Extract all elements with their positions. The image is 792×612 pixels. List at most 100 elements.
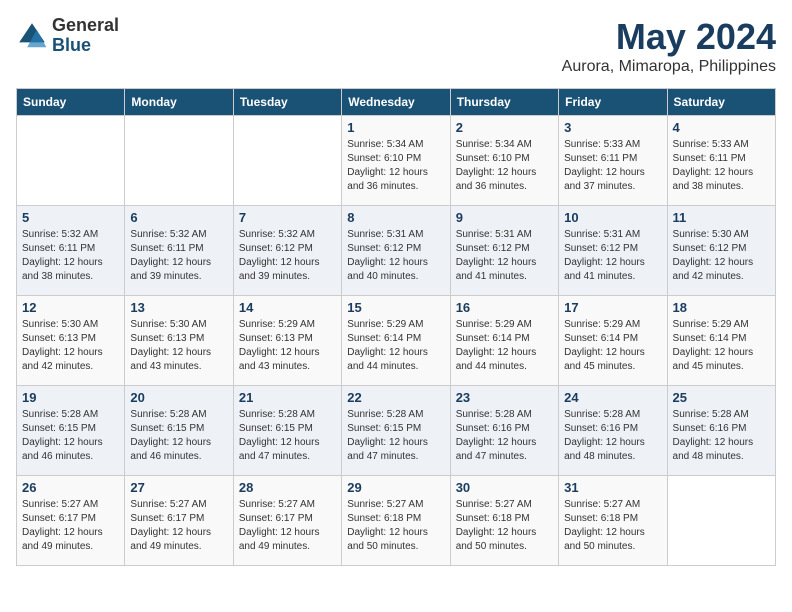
- day-info: Sunrise: 5:29 AM Sunset: 6:14 PM Dayligh…: [456, 318, 553, 374]
- day-header-monday: Monday: [125, 89, 233, 116]
- calendar-cell: [233, 116, 341, 206]
- calendar-cell: 1 Sunrise: 5:34 AM Sunset: 6:10 PM Daylig…: [342, 116, 450, 206]
- day-number: 4: [673, 120, 770, 135]
- day-number: 2: [456, 120, 553, 135]
- calendar-cell: 27 Sunrise: 5:27 AM Sunset: 6:17 PM Dayli…: [125, 476, 233, 566]
- day-number: 5: [22, 210, 119, 225]
- day-number: 27: [130, 480, 227, 495]
- calendar-week-row: 5Sunrise: 5:32 AM Sunset: 6:11 PM Daylig…: [17, 206, 776, 296]
- calendar-cell: 17 Sunrise: 5:29 AM Sunset: 6:14 PM Dayli…: [559, 296, 667, 386]
- day-number: 12: [22, 300, 119, 315]
- calendar-cell: [667, 476, 775, 566]
- calendar-week-row: 26 Sunrise: 5:27 AM Sunset: 6:17 PM Dayli…: [17, 476, 776, 566]
- day-info: Sunrise: 5:28 AM Sunset: 6:15 PM Dayligh…: [130, 408, 227, 464]
- day-info: Sunrise: 5:29 AM Sunset: 6:14 PM Dayligh…: [347, 318, 444, 374]
- logo-text: General Blue: [52, 16, 119, 56]
- day-number: 30: [456, 480, 553, 495]
- day-number: 7: [239, 210, 336, 225]
- day-number: 25: [673, 390, 770, 405]
- calendar-title: May 2024: [562, 16, 776, 58]
- calendar-cell: 20 Sunrise: 5:28 AM Sunset: 6:15 PM Dayli…: [125, 386, 233, 476]
- calendar-cell: 14 Sunrise: 5:29 AM Sunset: 6:13 PM Dayli…: [233, 296, 341, 386]
- day-info: Sunrise: 5:27 AM Sunset: 6:17 PM Dayligh…: [22, 498, 119, 554]
- day-header-thursday: Thursday: [450, 89, 558, 116]
- day-info: Sunrise: 5:27 AM Sunset: 6:17 PM Dayligh…: [239, 498, 336, 554]
- day-number: 16: [456, 300, 553, 315]
- calendar-week-row: 19Sunrise: 5:28 AM Sunset: 6:15 PM Dayli…: [17, 386, 776, 476]
- day-info: Sunrise: 5:29 AM Sunset: 6:13 PM Dayligh…: [239, 318, 336, 374]
- day-number: 26: [22, 480, 119, 495]
- day-info: Sunrise: 5:27 AM Sunset: 6:17 PM Dayligh…: [130, 498, 227, 554]
- calendar-cell: 31 Sunrise: 5:27 AM Sunset: 6:18 PM Dayli…: [559, 476, 667, 566]
- day-header-tuesday: Tuesday: [233, 89, 341, 116]
- logo-blue-text: Blue: [52, 36, 119, 56]
- day-number: 8: [347, 210, 444, 225]
- day-header-sunday: Sunday: [17, 89, 125, 116]
- day-number: 13: [130, 300, 227, 315]
- day-number: 9: [456, 210, 553, 225]
- calendar-cell: 21 Sunrise: 5:28 AM Sunset: 6:15 PM Dayli…: [233, 386, 341, 476]
- calendar-cell: 11 Sunrise: 5:30 AM Sunset: 6:12 PM Dayli…: [667, 206, 775, 296]
- day-info: Sunrise: 5:31 AM Sunset: 6:12 PM Dayligh…: [564, 228, 661, 284]
- day-number: 28: [239, 480, 336, 495]
- calendar-cell: 13 Sunrise: 5:30 AM Sunset: 6:13 PM Dayli…: [125, 296, 233, 386]
- day-number: 14: [239, 300, 336, 315]
- day-number: 17: [564, 300, 661, 315]
- calendar-cell: 3Sunrise: 5:33 AM Sunset: 6:11 PM Daylig…: [559, 116, 667, 206]
- day-info: Sunrise: 5:29 AM Sunset: 6:14 PM Dayligh…: [564, 318, 661, 374]
- day-number: 1: [347, 120, 444, 135]
- day-number: 22: [347, 390, 444, 405]
- calendar-cell: 10 Sunrise: 5:31 AM Sunset: 6:12 PM Dayli…: [559, 206, 667, 296]
- title-block: May 2024 Aurora, Mimaropa, Philippines: [562, 16, 776, 76]
- day-info: Sunrise: 5:28 AM Sunset: 6:15 PM Dayligh…: [239, 408, 336, 464]
- calendar-cell: 12 Sunrise: 5:30 AM Sunset: 6:13 PM Dayli…: [17, 296, 125, 386]
- day-info: Sunrise: 5:32 AM Sunset: 6:12 PM Dayligh…: [239, 228, 336, 284]
- day-number: 10: [564, 210, 661, 225]
- logo: General Blue: [16, 16, 119, 56]
- day-info: Sunrise: 5:28 AM Sunset: 6:16 PM Dayligh…: [673, 408, 770, 464]
- day-header-saturday: Saturday: [667, 89, 775, 116]
- day-info: Sunrise: 5:34 AM Sunset: 6:10 PM Dayligh…: [347, 138, 444, 194]
- logo-icon: [16, 20, 48, 52]
- calendar-cell: 4Sunrise: 5:33 AM Sunset: 6:11 PM Daylig…: [667, 116, 775, 206]
- day-info: Sunrise: 5:29 AM Sunset: 6:14 PM Dayligh…: [673, 318, 770, 374]
- day-info: Sunrise: 5:30 AM Sunset: 6:12 PM Dayligh…: [673, 228, 770, 284]
- day-number: 21: [239, 390, 336, 405]
- calendar-cell: 7 Sunrise: 5:32 AM Sunset: 6:12 PM Daylig…: [233, 206, 341, 296]
- day-info: Sunrise: 5:27 AM Sunset: 6:18 PM Dayligh…: [564, 498, 661, 554]
- day-info: Sunrise: 5:30 AM Sunset: 6:13 PM Dayligh…: [130, 318, 227, 374]
- day-number: 23: [456, 390, 553, 405]
- day-number: 20: [130, 390, 227, 405]
- day-number: 11: [673, 210, 770, 225]
- day-info: Sunrise: 5:28 AM Sunset: 6:16 PM Dayligh…: [456, 408, 553, 464]
- logo-general: General: [52, 16, 119, 36]
- calendar-cell: 23 Sunrise: 5:28 AM Sunset: 6:16 PM Dayli…: [450, 386, 558, 476]
- day-number: 31: [564, 480, 661, 495]
- page-header: General Blue May 2024 Aurora, Mimaropa, …: [16, 16, 776, 76]
- calendar-cell: 5Sunrise: 5:32 AM Sunset: 6:11 PM Daylig…: [17, 206, 125, 296]
- calendar-header-row: SundayMondayTuesdayWednesdayThursdayFrid…: [17, 89, 776, 116]
- day-info: Sunrise: 5:33 AM Sunset: 6:11 PM Dayligh…: [564, 138, 661, 194]
- calendar-cell: 2Sunrise: 5:34 AM Sunset: 6:10 PM Daylig…: [450, 116, 558, 206]
- day-number: 24: [564, 390, 661, 405]
- day-header-wednesday: Wednesday: [342, 89, 450, 116]
- calendar-cell: 28 Sunrise: 5:27 AM Sunset: 6:17 PM Dayli…: [233, 476, 341, 566]
- day-info: Sunrise: 5:28 AM Sunset: 6:16 PM Dayligh…: [564, 408, 661, 464]
- calendar-cell: 8Sunrise: 5:31 AM Sunset: 6:12 PM Daylig…: [342, 206, 450, 296]
- day-info: Sunrise: 5:28 AM Sunset: 6:15 PM Dayligh…: [347, 408, 444, 464]
- calendar-cell: 30 Sunrise: 5:27 AM Sunset: 6:18 PM Dayli…: [450, 476, 558, 566]
- calendar-cell: 22 Sunrise: 5:28 AM Sunset: 6:15 PM Dayli…: [342, 386, 450, 476]
- day-number: 29: [347, 480, 444, 495]
- calendar-table: SundayMondayTuesdayWednesdayThursdayFrid…: [16, 88, 776, 566]
- calendar-week-row: 1 Sunrise: 5:34 AM Sunset: 6:10 PM Daylig…: [17, 116, 776, 206]
- calendar-cell: 19Sunrise: 5:28 AM Sunset: 6:15 PM Dayli…: [17, 386, 125, 476]
- calendar-cell: 25 Sunrise: 5:28 AM Sunset: 6:16 PM Dayli…: [667, 386, 775, 476]
- calendar-cell: 6Sunrise: 5:32 AM Sunset: 6:11 PM Daylig…: [125, 206, 233, 296]
- calendar-week-row: 12 Sunrise: 5:30 AM Sunset: 6:13 PM Dayli…: [17, 296, 776, 386]
- calendar-cell: 29 Sunrise: 5:27 AM Sunset: 6:18 PM Dayli…: [342, 476, 450, 566]
- day-info: Sunrise: 5:27 AM Sunset: 6:18 PM Dayligh…: [456, 498, 553, 554]
- day-info: Sunrise: 5:27 AM Sunset: 6:18 PM Dayligh…: [347, 498, 444, 554]
- day-number: 15: [347, 300, 444, 315]
- day-info: Sunrise: 5:30 AM Sunset: 6:13 PM Dayligh…: [22, 318, 119, 374]
- calendar-cell: 9Sunrise: 5:31 AM Sunset: 6:12 PM Daylig…: [450, 206, 558, 296]
